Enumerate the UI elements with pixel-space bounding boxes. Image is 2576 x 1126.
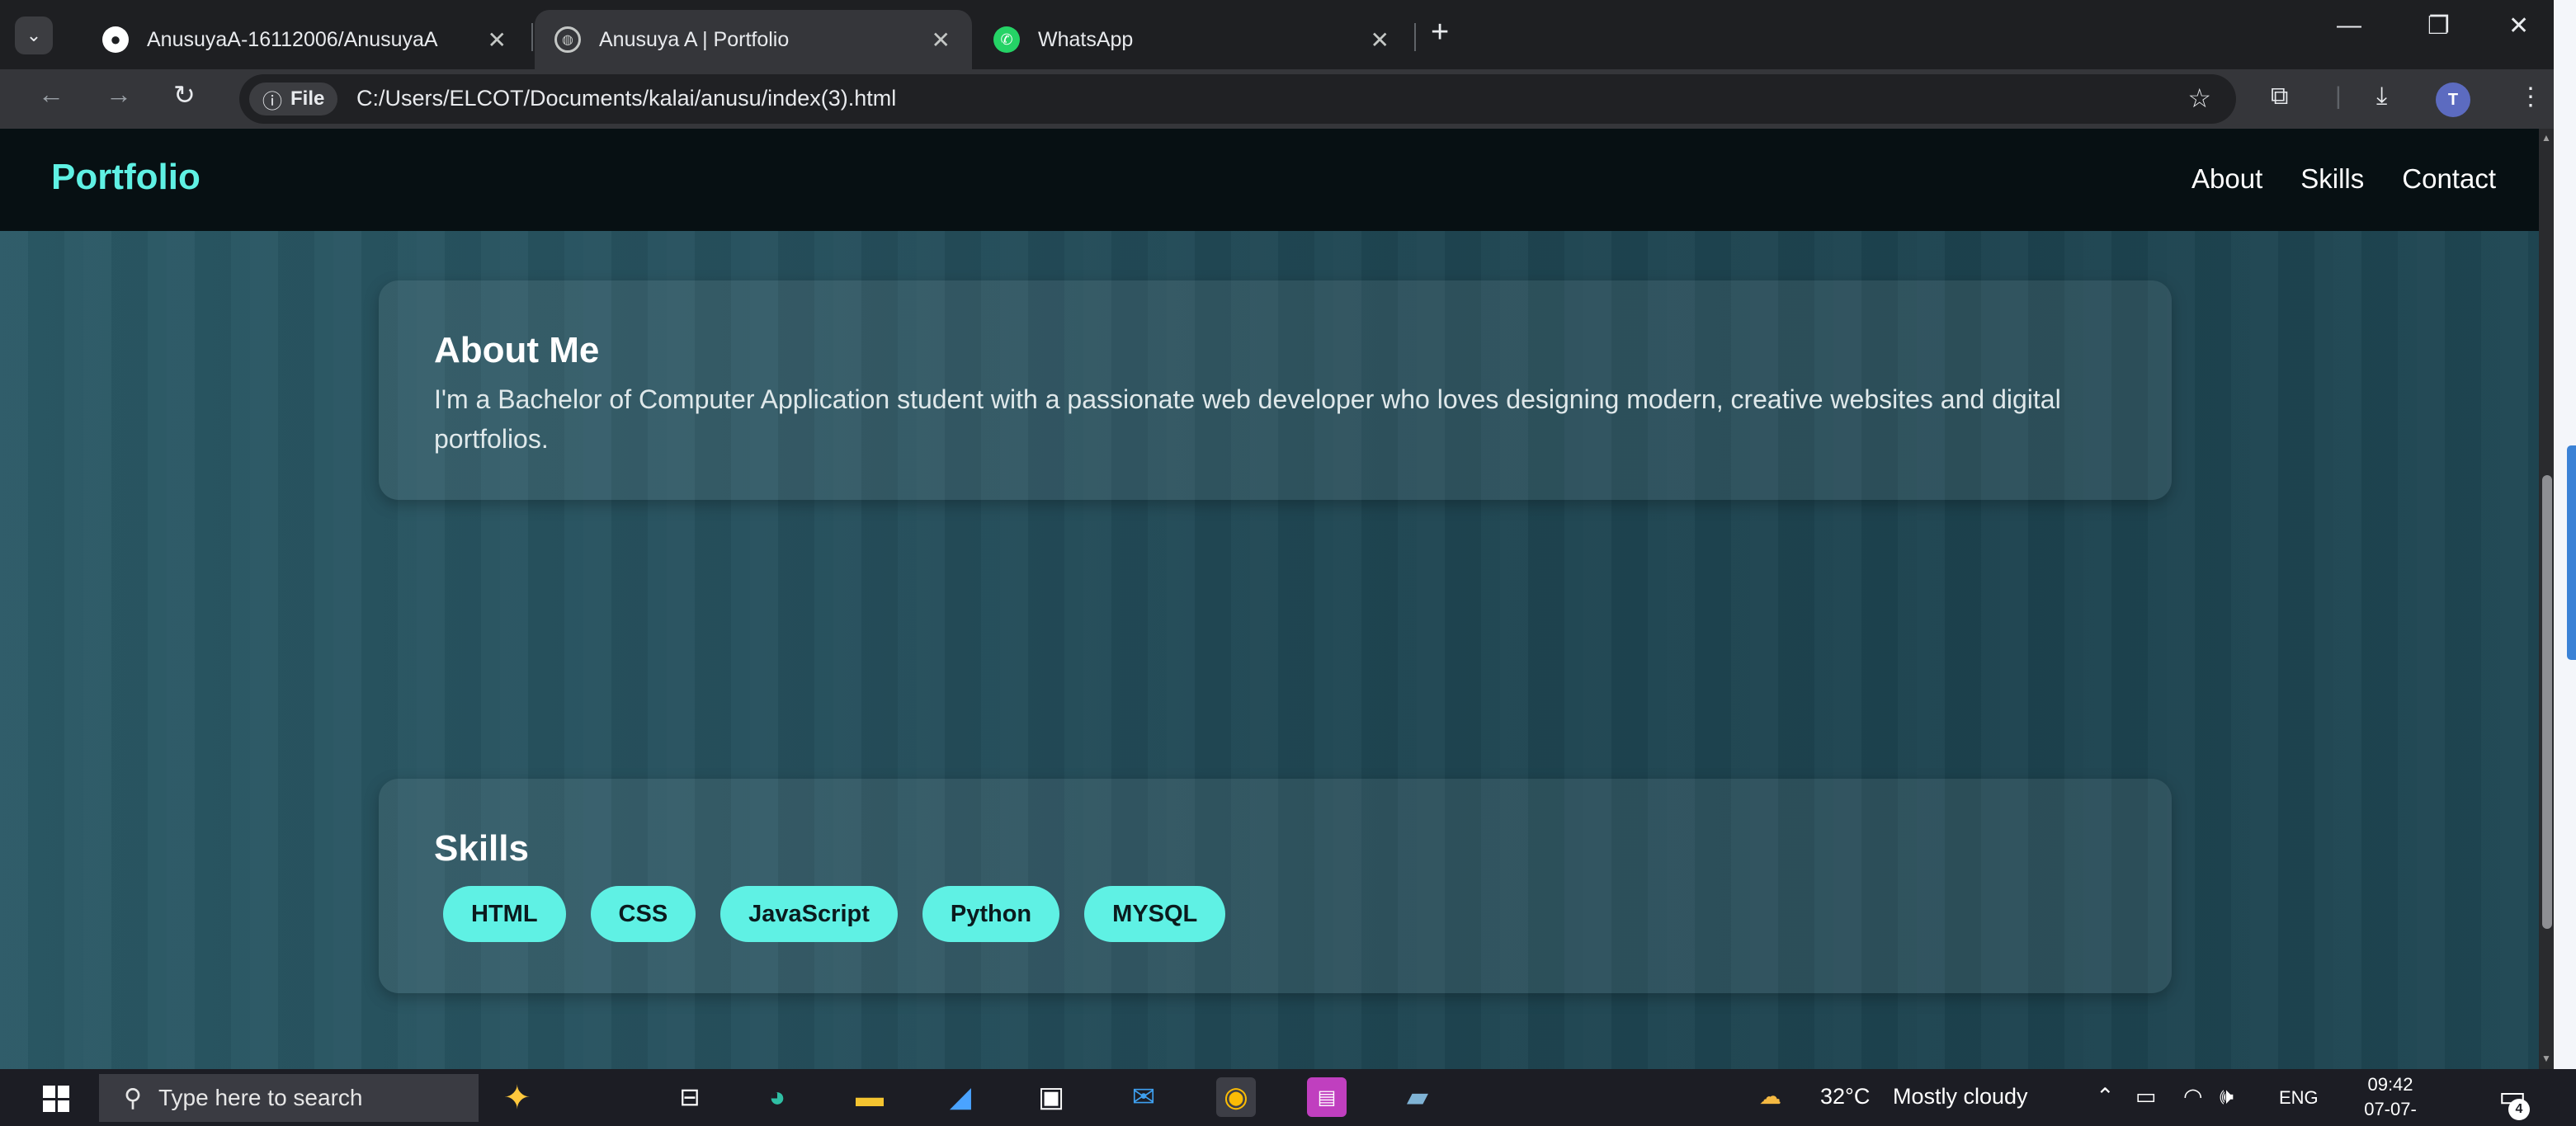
language-indicator[interactable]: ENG [2279,1087,2319,1109]
url-text: C:/Users/ELCOT/Documents/kalai/anusu/ind… [356,86,897,111]
edge-browser-icon[interactable]: ◕ [757,1077,797,1117]
tab-portfolio[interactable]: ◍ Anusuya A | Portfolio ✕ [535,10,972,69]
whatsapp-icon: ✆ [993,26,1020,53]
tab-title: WhatsApp [1038,27,1134,51]
bookmark-star-icon[interactable]: ☆ [2187,82,2211,114]
tab-title: Anusuya A | Portfolio [599,27,790,51]
clock-time: 09:42 [2367,1074,2413,1095]
forward-button[interactable]: → [106,79,132,110]
restore-button[interactable]: ❐ [2427,12,2450,40]
about-heading: About Me [434,330,600,370]
menu-icon[interactable]: ⋮ [2518,82,2543,111]
search-placeholder: Type here to search [158,1085,363,1110]
scroll-up-arrow-icon[interactable]: ▲ [2541,132,2551,144]
scroll-down-arrow-icon[interactable]: ▼ [2541,1053,2551,1064]
media-app-icon[interactable]: ▤ [1307,1077,1347,1117]
tab-github[interactable]: ● AnusuyaA-16112006/AnusuyaA ✕ [83,10,528,69]
page-viewport: Portfolio About Skills Contact About Me … [0,129,2539,1069]
volume-icon[interactable]: 🕪 [2220,1084,2234,1110]
tab-strip: ⌄ ● AnusuyaA-16112006/AnusuyaA ✕ ◍ Anusu… [0,0,2554,69]
extensions-icon[interactable]: ⧉ [2271,82,2288,111]
about-text: I'm a Bachelor of Computer Application s… [434,384,2061,454]
file-label: File [290,87,325,110]
windows-start-icon[interactable] [43,1086,69,1112]
page-scrollbar[interactable]: ▲ ▼ [2539,129,2554,1069]
browser-window: ⌄ ● AnusuyaA-16112006/AnusuyaA ✕ ◍ Anusu… [0,0,2554,1069]
download-icon[interactable]: ⤓ [2376,82,2387,111]
tray-chevron-up-icon[interactable]: ⌃ [2096,1084,2115,1110]
search-icon: ⚲ [124,1084,142,1112]
clock-date: 07-07-2025 [2364,1099,2417,1126]
task-view-icon[interactable]: ⊟ [670,1077,710,1117]
site-header: Portfolio About Skills Contact [0,129,2539,231]
clock[interactable]: 09:42 07-07-2025 [2345,1072,2436,1126]
app-icon[interactable]: ◢ [941,1077,980,1117]
skill-tag: CSS [590,886,696,942]
weather-condition[interactable]: Mostly cloudy [1893,1084,2028,1110]
camera-icon[interactable]: ▭ [2135,1084,2157,1110]
address-bar[interactable]: ⓘ File C:/Users/ELCOT/Documents/kalai/an… [239,74,2236,124]
close-icon[interactable]: ✕ [488,26,507,54]
tab-whatsapp[interactable]: ✆ WhatsApp ✕ [974,10,1411,69]
minimize-button[interactable]: — [2337,12,2361,40]
globe-icon: ◍ [554,26,581,53]
weather-temp[interactable]: 32°C [1820,1084,1870,1110]
tab-search-button[interactable]: ⌄ [15,16,53,54]
toolbar-separator: | [2335,82,2342,110]
browser-toolbar: ← → ↻ ⓘ File C:/Users/ELCOT/Documents/ka… [0,69,2554,129]
mail-icon[interactable]: ✉ [1124,1077,1163,1117]
skill-tag: Python [922,886,1060,942]
store-icon[interactable]: ▣ [1031,1077,1071,1117]
nav-link-skills[interactable]: Skills [2300,163,2364,195]
github-icon: ● [102,26,129,53]
nav-link-contact[interactable]: Contact [2402,163,2496,195]
skill-tag: JavaScript [720,886,898,942]
skills-heading: Skills [434,828,529,869]
tab-separator [531,23,533,51]
close-icon[interactable]: ✕ [1371,26,1389,54]
scrollbar-thumb[interactable] [2542,475,2552,929]
file-explorer-icon[interactable]: ▬ [850,1077,889,1117]
skill-tag: HTML [443,886,566,942]
close-window-button[interactable]: ✕ [2508,12,2529,40]
skills-section: Skills HTML CSS JavaScript Python MYSQL [379,779,2172,993]
close-icon[interactable]: ✕ [932,26,951,54]
site-nav: About Skills Contact [2191,163,2496,195]
wifi-icon[interactable]: ◠ [2183,1084,2203,1110]
site-info-chip[interactable]: ⓘ File [249,82,338,115]
reload-button[interactable]: ↻ [173,79,196,111]
notification-count: 4 [2508,1099,2530,1120]
skills-list: HTML CSS JavaScript Python MYSQL [443,886,1226,942]
about-section: About Me I'm a Bachelor of Computer Appl… [379,280,2172,500]
edge-accent [2567,445,2576,660]
windows-taskbar: ⚲ Type here to search ✦ ⊟ ◕ ▬ ◢ ▣ ✉ ◉ ▤ … [0,1069,2576,1126]
copilot-sparkle-icon[interactable]: ✦ [503,1079,531,1117]
weather-icon[interactable]: ☁ [1759,1084,1781,1110]
tab-separator [1414,23,1416,51]
back-button[interactable]: ← [38,79,64,110]
info-icon: ⓘ [262,90,282,113]
nav-link-about[interactable]: About [2191,163,2262,195]
notes-app-icon[interactable]: ▰ [1398,1077,1437,1117]
taskbar-search-box[interactable]: ⚲ Type here to search [99,1074,479,1122]
profile-avatar[interactable]: T [2436,82,2470,117]
background-window-edge [2554,0,2576,1069]
chevron-down-icon: ⌄ [26,25,42,45]
new-tab-button[interactable]: + [1431,15,1449,50]
tab-title: AnusuyaA-16112006/AnusuyaA [147,27,438,51]
site-logo[interactable]: Portfolio [51,157,201,198]
skill-tag: MYSQL [1084,886,1226,942]
chrome-icon[interactable]: ◉ [1216,1077,1256,1117]
